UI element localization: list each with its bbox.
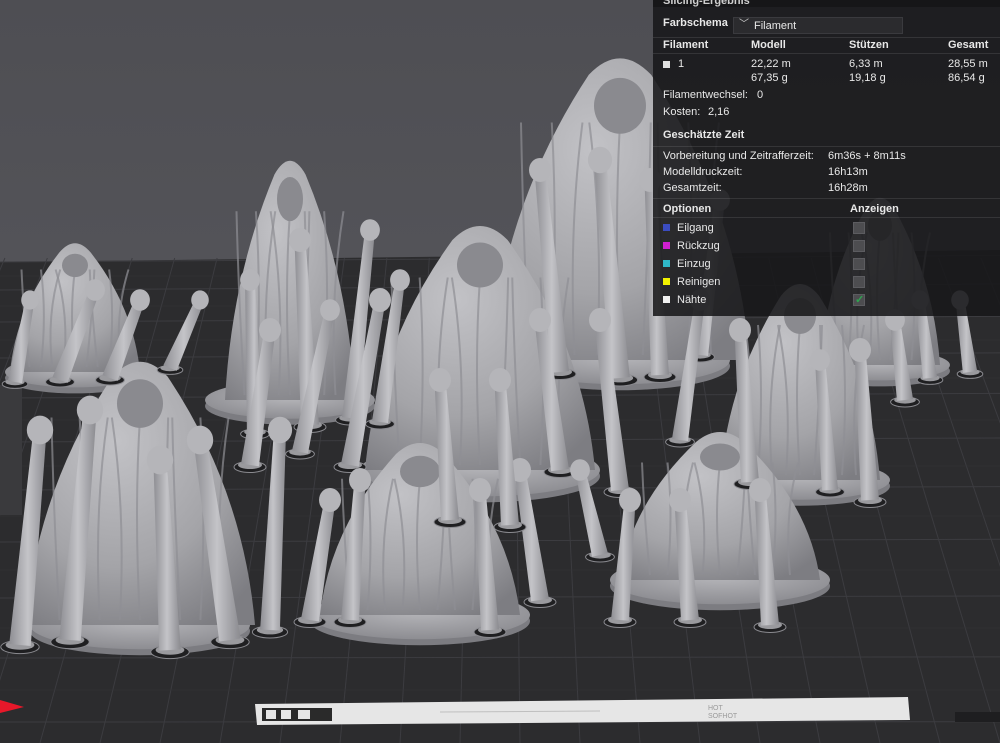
reinigen-color-swatch xyxy=(663,278,670,285)
gesamt-weight: 86,54 g xyxy=(948,72,985,84)
option-label: Rückzug xyxy=(677,240,720,252)
time-prep-label: Vorbereitung und Zeitrafferzeit: xyxy=(663,150,814,162)
time-total-label: Gesamtzeit: xyxy=(663,182,722,194)
col-filament: Filament xyxy=(663,39,709,51)
stuetzen-weight: 19,18 g xyxy=(849,72,886,84)
option-label: Eilgang xyxy=(677,222,714,234)
rueckzug-checkbox[interactable] xyxy=(853,240,865,252)
color-scheme-value: Filament xyxy=(754,20,797,32)
cost-label: Kosten: xyxy=(663,106,701,118)
cost-value: 2,16 xyxy=(708,106,730,118)
eilgang-checkbox[interactable] xyxy=(853,222,865,234)
einzug-color-swatch xyxy=(663,260,670,267)
slicing-result-panel: Slicing-Ergebnis Farbschema ﹀ Filament F… xyxy=(653,0,1000,316)
bed-bar-right-text: SOFHOT xyxy=(708,713,738,720)
col-gesamt: Gesamt xyxy=(948,39,989,51)
naehte-checkbox[interactable]: ✓ xyxy=(853,294,865,306)
options-heading: Optionen xyxy=(663,203,712,215)
einzug-checkbox[interactable] xyxy=(853,258,865,270)
check-icon: ✓ xyxy=(855,294,865,306)
gesamt-length: 28,55 m xyxy=(948,58,988,70)
rueckzug-color-swatch xyxy=(663,242,670,249)
time-model-label: Modelldruckzeit: xyxy=(663,166,743,178)
chevron-down-icon: ﹀ xyxy=(739,19,749,30)
modell-length: 22,22 m xyxy=(751,58,791,70)
filament-id: 1 xyxy=(678,58,685,70)
reinigen-checkbox[interactable] xyxy=(853,276,865,288)
time-heading: Geschätzte Zeit xyxy=(663,129,745,141)
bed-side-label xyxy=(0,385,22,515)
filament-changes-value: 0 xyxy=(757,89,764,101)
option-label: Nähte xyxy=(677,294,707,306)
time-total-value: 16h28m xyxy=(828,182,868,194)
col-modell: Modell xyxy=(751,39,786,51)
panel-title: Slicing-Ergebnis xyxy=(663,0,750,7)
color-scheme-select[interactable]: ﹀ Filament xyxy=(733,17,903,34)
time-prep-value: 6m36s + 8m11s xyxy=(828,150,906,162)
time-model-value: 16h13m xyxy=(828,166,868,178)
option-label: Einzug xyxy=(677,258,711,270)
naehte-color-swatch xyxy=(663,296,670,303)
color-scheme-label: Farbschema xyxy=(663,17,728,29)
bed-right-edge xyxy=(955,712,1000,722)
bed-bar-left-text: HOT xyxy=(708,705,724,712)
modell-weight: 67,35 g xyxy=(751,72,788,84)
option-label: Reinigen xyxy=(677,276,721,288)
stuetzen-length: 6,33 m xyxy=(849,58,883,70)
show-heading: Anzeigen xyxy=(850,203,899,215)
eilgang-color-swatch xyxy=(663,224,670,231)
col-stuetzen: Stützen xyxy=(849,39,889,51)
filament-changes-label: Filamentwechsel: xyxy=(663,89,748,101)
3d-viewport[interactable]: HOT SOFHOT Slicing-Ergebnis Farbschema ﹀… xyxy=(0,0,1000,743)
filament-color-swatch xyxy=(663,61,670,68)
